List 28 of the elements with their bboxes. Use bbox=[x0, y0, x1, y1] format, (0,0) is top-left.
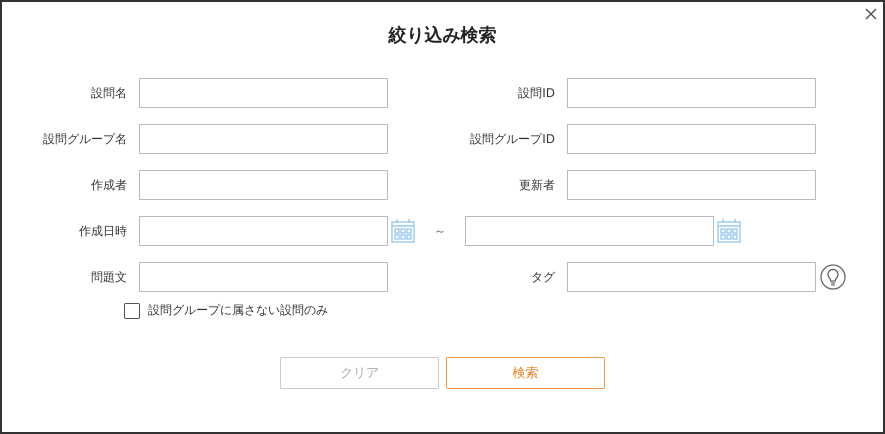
text-field[interactable] bbox=[139, 170, 388, 200]
text-field[interactable] bbox=[567, 124, 816, 154]
field-label: 設問ID bbox=[517, 84, 556, 102]
calendar-icon[interactable] bbox=[391, 218, 415, 244]
lightbulb-icon[interactable] bbox=[820, 264, 846, 290]
text-field[interactable] bbox=[139, 124, 388, 154]
text-field[interactable] bbox=[567, 170, 816, 200]
checkbox-label: 設問グループに属さない設問のみ bbox=[148, 302, 328, 319]
field-label: タグ bbox=[530, 268, 556, 286]
text-field[interactable] bbox=[139, 262, 388, 292]
dialog-title: 絞り込み検索 bbox=[387, 24, 498, 48]
field-label: 設問グループID bbox=[469, 130, 556, 148]
text-field[interactable] bbox=[139, 78, 388, 108]
search-button[interactable]: 検索 bbox=[446, 357, 605, 389]
field-label: 問題文 bbox=[90, 268, 128, 286]
field-label: 設問名 bbox=[90, 84, 128, 102]
field-label: 作成日時 bbox=[78, 222, 128, 240]
range-separator: ～ bbox=[433, 222, 447, 240]
field-label: 更新者 bbox=[518, 176, 556, 194]
close-icon[interactable] bbox=[865, 8, 877, 20]
field-label: 設問グループ名 bbox=[42, 130, 128, 148]
checkbox[interactable] bbox=[124, 302, 140, 318]
text-field[interactable] bbox=[139, 216, 388, 246]
text-field[interactable] bbox=[567, 262, 816, 292]
text-field[interactable] bbox=[465, 216, 714, 246]
field-label: 作成者 bbox=[90, 176, 128, 194]
calendar-icon[interactable] bbox=[717, 218, 741, 244]
text-field[interactable] bbox=[567, 78, 816, 108]
